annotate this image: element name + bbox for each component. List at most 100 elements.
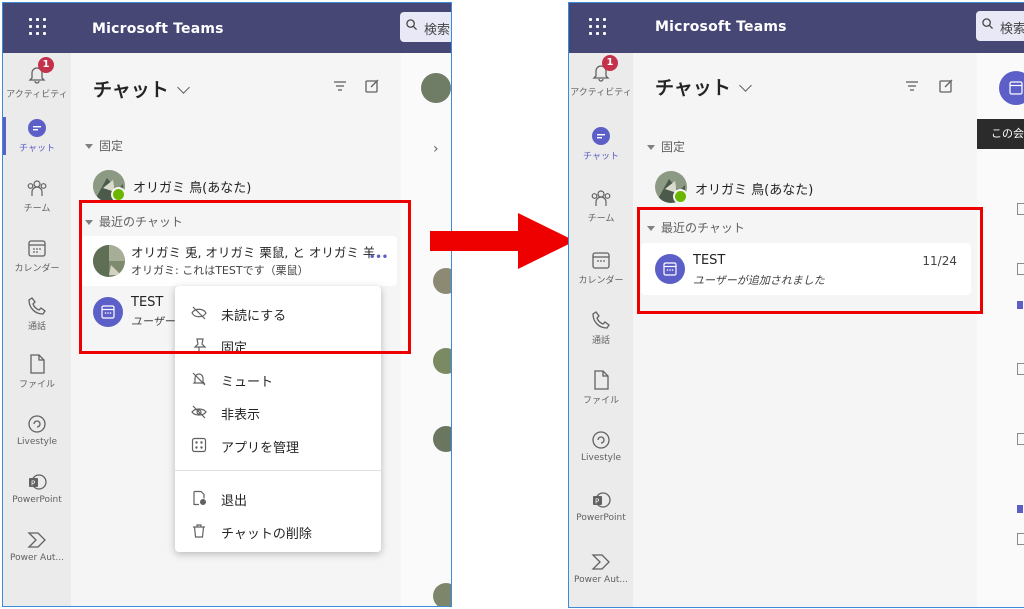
menu-item-hide[interactable]: 非表示 [175, 396, 381, 428]
pinned-chat-name: オリガミ 鳥(あなた) [695, 183, 814, 198]
calendar-icon [1009, 81, 1023, 95]
rail-label: Power Aut... [573, 575, 629, 585]
search-icon [982, 18, 993, 29]
rail-label: PowerPoint [12, 495, 62, 505]
status-marker [1017, 301, 1023, 309]
rail-item-files[interactable]: ファイル [569, 369, 633, 406]
app-title: Microsoft Teams [655, 19, 787, 35]
tooltip: この会 [977, 119, 1024, 149]
rail-item-powerpoint[interactable]: P PowerPoint [569, 489, 633, 523]
search-input[interactable]: 検索 [400, 12, 451, 42]
menu-item-label: チャットの削除 [221, 527, 312, 542]
rail-label: カレンダー [578, 276, 624, 286]
teams-window-after: Microsoft Teams 検索 1 アクティビティ チャット チーム カレ… [568, 2, 1024, 608]
rail-label: アクティビティ [570, 88, 632, 98]
menu-item-label: アプリを管理 [221, 441, 300, 456]
rail-item-teams[interactable]: チーム [3, 177, 71, 214]
new-chat-icon[interactable] [937, 77, 955, 95]
meeting-avatar [999, 71, 1024, 105]
rail-item-livestyle[interactable]: Livestyle [569, 429, 633, 463]
title-bar: Microsoft Teams 検索 [569, 3, 1024, 53]
file-icon [26, 353, 48, 375]
rail-item-calendar[interactable]: カレンダー [569, 249, 633, 286]
bell-icon: 1 [26, 57, 54, 85]
app-launcher-icon[interactable] [587, 16, 609, 38]
app-rail: 1 アクティビティ チャット チーム カレンダー 通話 ファイル Livesty… [569, 53, 633, 607]
rail-label: チャット [19, 144, 55, 154]
menu-item-delete-chat[interactable]: チャットの削除 [175, 515, 381, 547]
menu-item-label: 退出 [221, 494, 248, 509]
apps-icon [191, 437, 207, 453]
participants-icon[interactable]: › [433, 141, 439, 157]
rail-label: ファイル [18, 380, 55, 390]
rail-label: カレンダー [14, 264, 60, 274]
power-automate-icon [590, 551, 612, 573]
checkbox[interactable] [1017, 433, 1024, 445]
highlight-box [79, 200, 411, 354]
section-pinned[interactable]: 固定 [85, 137, 123, 154]
avatar [433, 583, 451, 606]
checkbox[interactable] [1017, 203, 1024, 215]
chat-list-pane: チャット 固定 オリガミ 鳥(あなた) 最近のチャット TEST ユーザーが追加… [633, 53, 977, 607]
hide-icon [191, 405, 207, 419]
checkbox[interactable] [1017, 263, 1024, 275]
avatar [433, 426, 451, 452]
rail-item-power-automate[interactable]: Power Aut... [569, 551, 633, 585]
rail-item-calls[interactable]: 通話 [3, 295, 71, 332]
powerpoint-icon: P [590, 489, 612, 511]
rail-item-files[interactable]: ファイル [3, 353, 71, 390]
app-rail: 1 アクティビティ チャット チーム カレンダー 通話 ファイル Livesty… [3, 53, 71, 606]
power-automate-icon [26, 529, 48, 551]
teams-icon [26, 177, 48, 199]
rail-item-powerpoint[interactable]: P PowerPoint [3, 471, 71, 505]
title-bar: Microsoft Teams 検索 [3, 3, 451, 53]
section-pinned[interactable]: 固定 [647, 138, 685, 155]
rail-label: Power Aut... [9, 553, 65, 563]
rail-item-chat[interactable]: チャット [569, 125, 633, 162]
rail-item-livestyle[interactable]: Livestyle [3, 413, 71, 447]
rail-item-chat[interactable]: チャット [3, 117, 71, 155]
livestyle-icon [26, 413, 48, 435]
rail-item-activity[interactable]: 1 アクティビティ [3, 57, 71, 100]
calendar-icon [590, 249, 612, 271]
search-input[interactable]: 検索 [976, 11, 1024, 41]
svg-text:P: P [31, 480, 35, 488]
svg-text:P: P [595, 498, 599, 506]
highlight-box [637, 207, 983, 314]
menu-item-label: 非表示 [221, 408, 261, 423]
chat-icon [26, 117, 48, 139]
filter-icon[interactable] [903, 77, 921, 95]
search-icon [406, 19, 417, 30]
checkbox[interactable] [1017, 533, 1024, 545]
rail-item-calls[interactable]: 通話 [569, 309, 633, 346]
chat-icon [590, 125, 612, 147]
menu-item-mute[interactable]: ミュート [175, 363, 381, 395]
calendar-icon [26, 237, 48, 259]
app-launcher-icon[interactable] [27, 16, 49, 38]
caret-down-icon [647, 145, 655, 150]
menu-item-manage-apps[interactable]: アプリを管理 [175, 429, 381, 461]
menu-divider [175, 470, 381, 471]
rail-item-teams[interactable]: チーム [569, 187, 633, 224]
filter-icon[interactable] [331, 77, 349, 95]
chat-list-title[interactable]: チャット [93, 75, 190, 102]
pinned-chat-name: オリガミ 鳥(あなた) [133, 181, 252, 196]
activity-badge: 1 [602, 55, 618, 71]
rail-item-calendar[interactable]: カレンダー [3, 237, 71, 274]
rail-item-activity[interactable]: 1 アクティビティ [569, 55, 633, 98]
rail-label: PowerPoint [576, 513, 626, 523]
new-chat-icon[interactable] [363, 77, 381, 95]
caret-down-icon [85, 144, 93, 149]
phone-icon [26, 295, 48, 317]
chat-list-title[interactable]: チャット [655, 73, 752, 100]
search-placeholder: 検索 [424, 23, 451, 38]
menu-item-leave[interactable]: 退出 [175, 482, 381, 514]
checkbox[interactable] [1017, 363, 1024, 375]
conversation-pane: この会 [977, 53, 1024, 607]
bell-off-icon [192, 372, 206, 386]
powerpoint-icon: P [26, 471, 48, 493]
rail-item-power-automate[interactable]: Power Aut... [3, 529, 71, 563]
arrow-right-icon [430, 213, 575, 269]
menu-item-label: ミュート [221, 375, 274, 390]
app-title: Microsoft Teams [92, 21, 224, 37]
